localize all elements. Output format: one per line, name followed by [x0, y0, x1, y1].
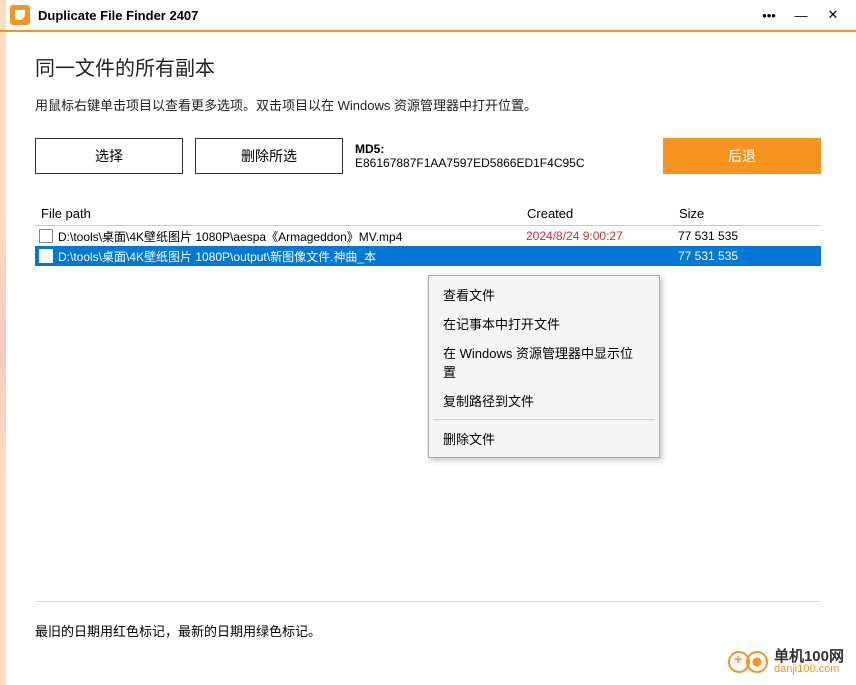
app-icon — [10, 5, 30, 25]
md5-value: E86167887F1AA7597ED5866ED1F4C95C — [355, 156, 585, 170]
cell-created: 2024/8/24 9:00:27 — [526, 229, 678, 243]
menu-delete-file[interactable]: 删除文件 — [431, 424, 657, 453]
table-row[interactable]: D:\tools\桌面\4K壁纸图片 1080P\aespa《Armageddo… — [35, 226, 821, 246]
more-button[interactable]: ••• — [754, 3, 784, 27]
table-header: File path Created Size — [35, 206, 821, 226]
col-header-path[interactable]: File path — [35, 206, 527, 221]
watermark-cn: 单机100网 — [774, 649, 844, 664]
close-button[interactable]: ✕ — [818, 3, 848, 27]
row-checkbox[interactable] — [39, 249, 53, 263]
left-accent — [0, 0, 6, 685]
titlebar: Duplicate File Finder 2407 ••• — ✕ — [0, 0, 856, 32]
watermark-logo-icon — [728, 651, 768, 673]
watermark: 单机100网 danji100.com — [728, 649, 844, 675]
cell-size: 77 531 535 — [678, 229, 821, 243]
md5-display: MD5: E86167887F1AA7597ED5866ED1F4C95C — [355, 142, 585, 170]
menu-separator — [433, 419, 655, 420]
delete-selected-button[interactable]: 删除所选 — [195, 138, 343, 174]
context-menu: 查看文件 在记事本中打开文件 在 Windows 资源管理器中显示位置 复制路径… — [428, 275, 660, 458]
app-title: Duplicate File Finder 2407 — [38, 8, 754, 23]
md5-label: MD5: — [355, 142, 384, 156]
select-button[interactable]: 选择 — [35, 138, 183, 174]
menu-open-notepad[interactable]: 在记事本中打开文件 — [431, 309, 657, 338]
watermark-circle-icon — [728, 651, 750, 673]
watermark-url: danji100.com — [774, 664, 844, 675]
menu-view-file[interactable]: 查看文件 — [431, 280, 657, 309]
table-row[interactable]: D:\tools\桌面\4K壁纸图片 1080P\output\新图像文件.神曲… — [35, 246, 821, 266]
page-subtext: 用鼠标右键单击项目以查看更多选项。双击项目以在 Windows 资源管理器中打开… — [35, 95, 821, 114]
footer-note: 最旧的日期用红色标记，最新的日期用绿色标记。 — [35, 621, 321, 640]
cell-path: D:\tools\桌面\4K壁纸图片 1080P\output\新图像文件.神曲… — [58, 248, 526, 265]
toolbar: 选择 删除所选 MD5: E86167887F1AA7597ED5866ED1F… — [35, 138, 821, 174]
col-header-size[interactable]: Size — [679, 206, 821, 221]
page-title: 同一文件的所有副本 — [35, 52, 821, 81]
cell-path: D:\tools\桌面\4K壁纸图片 1080P\aespa《Armageddo… — [58, 228, 526, 245]
minimize-button[interactable]: — — [786, 3, 816, 27]
menu-show-in-explorer[interactable]: 在 Windows 资源管理器中显示位置 — [431, 338, 657, 386]
menu-copy-path[interactable]: 复制路径到文件 — [431, 386, 657, 415]
col-header-created[interactable]: Created — [527, 206, 679, 221]
row-checkbox[interactable] — [39, 229, 53, 243]
cell-size: 77 531 535 — [678, 249, 821, 263]
window-controls: ••• — ✕ — [754, 3, 848, 27]
watermark-text: 单机100网 danji100.com — [774, 649, 844, 675]
back-button[interactable]: 后退 — [663, 138, 821, 174]
